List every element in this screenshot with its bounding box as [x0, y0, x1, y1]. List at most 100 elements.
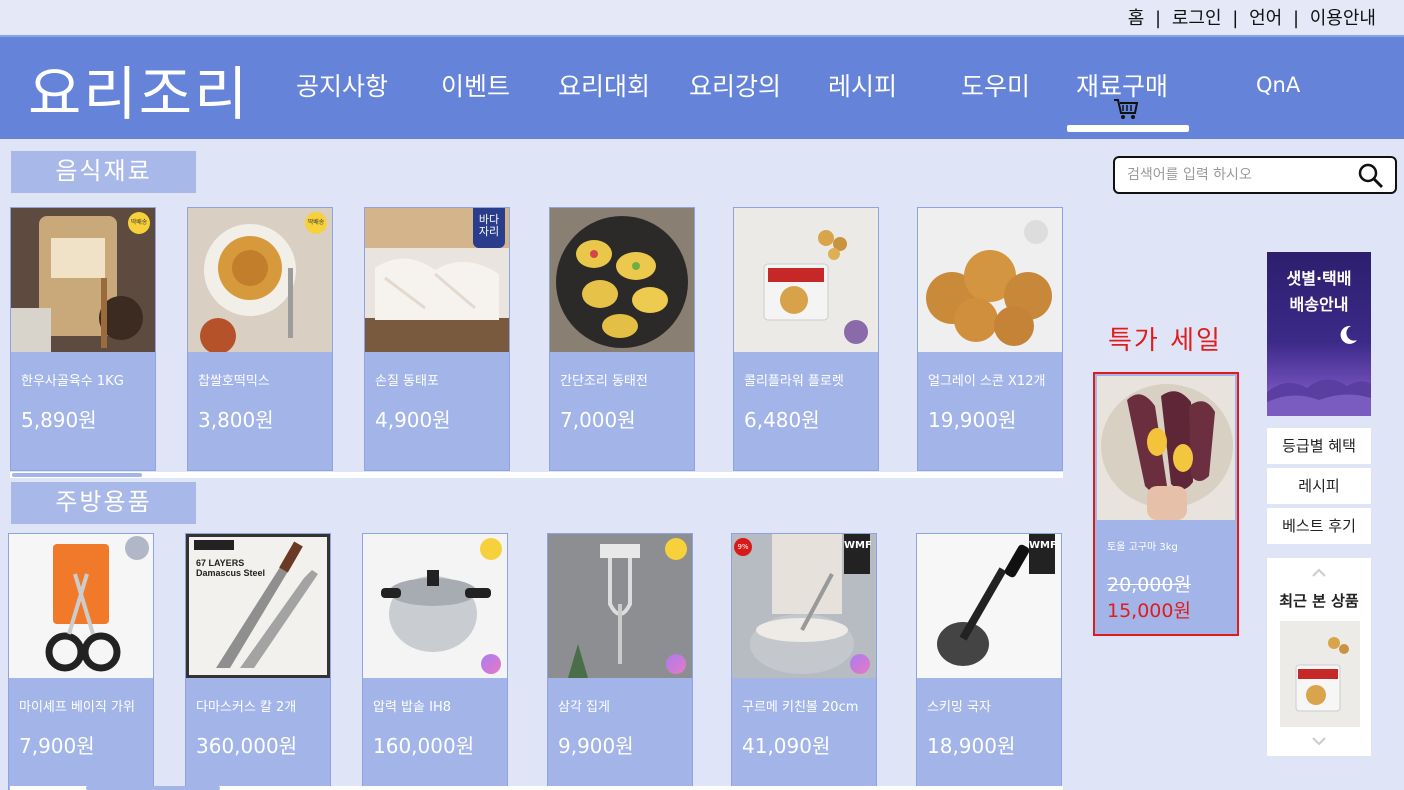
- product-price: 4,900원: [375, 408, 451, 432]
- nav-event[interactable]: 이벤트: [441, 67, 510, 103]
- nav-notice[interactable]: 공지사항: [296, 67, 388, 103]
- product-price: 18,900원: [927, 734, 1016, 758]
- delivery-badge: [665, 538, 687, 560]
- discount-badge: 9%: [734, 538, 752, 556]
- product-card[interactable]: 딱배송 한우사골육수 1KG 5,890원: [10, 207, 156, 471]
- chevron-up-icon[interactable]: [1311, 566, 1327, 578]
- product-price: 3,800원: [198, 408, 274, 432]
- product-price: 41,090원: [742, 734, 831, 758]
- product-image[interactable]: [550, 208, 694, 352]
- product-image[interactable]: [734, 208, 878, 352]
- sale-title: 특가 세일: [1108, 326, 1222, 356]
- scroll-thumb[interactable]: [12, 473, 142, 477]
- delivery-info-banner[interactable]: 샛별·택배 배송안내: [1267, 252, 1371, 416]
- instagram-icon[interactable]: [666, 654, 686, 674]
- product-price: 160,000원: [373, 734, 475, 758]
- product-name: 얼그레이 스콘 X12개: [928, 374, 1046, 389]
- recent-product-image[interactable]: [1280, 621, 1360, 727]
- home-link[interactable]: 홈: [1128, 8, 1145, 29]
- product-card[interactable]: 9% WMF 구르메 키친볼 20cm 41,090원: [731, 533, 877, 790]
- sale-price: 15,000원: [1107, 600, 1191, 622]
- brand-badge: 바다 자리: [473, 208, 505, 248]
- product-price: 5,890원: [21, 408, 97, 432]
- product-name: 찹쌀호떡믹스: [198, 374, 270, 389]
- product-card[interactable]: 삼각 집게 9,900원: [547, 533, 693, 790]
- svg-text:Damascus Steel: Damascus Steel: [196, 568, 265, 578]
- banner-line: 샛별·택배: [1286, 269, 1352, 288]
- language-link[interactable]: 언어: [1249, 8, 1282, 29]
- product-price: 7,000원: [560, 408, 636, 432]
- mountain-icon: [1267, 379, 1371, 416]
- product-image[interactable]: 바다 자리: [365, 208, 509, 352]
- scroll-thumb[interactable]: [86, 786, 220, 790]
- product-card[interactable]: 얼그레이 스콘 X12개 19,900원: [917, 207, 1063, 471]
- product-image[interactable]: 딱배송: [188, 208, 332, 352]
- product-image[interactable]: 9% WMF: [732, 534, 876, 678]
- svg-text:67 LAYERS: 67 LAYERS: [196, 558, 244, 568]
- product-card[interactable]: 압력 밥솥 IH8 160,000원: [362, 533, 508, 790]
- product-card[interactable]: WMF 스키밍 국자 18,900원: [916, 533, 1062, 790]
- separator: |: [1292, 8, 1300, 29]
- product-image[interactable]: [548, 534, 692, 678]
- product-image[interactable]: 67 LAYERS Damascus Steel: [186, 534, 330, 678]
- active-nav-indicator: [1067, 125, 1189, 132]
- product-card[interactable]: 바다 자리 손질 동태포 4,900원: [364, 207, 510, 471]
- product-name: 마이셰프 베이직 가위: [19, 700, 135, 715]
- kitchen-scrollbar[interactable]: [10, 786, 1063, 790]
- product-image[interactable]: [9, 534, 153, 678]
- guide-link[interactable]: 이용안내: [1310, 8, 1376, 29]
- brand-badge: WMF: [1029, 534, 1057, 574]
- instagram-icon[interactable]: [481, 654, 501, 674]
- product-image[interactable]: [363, 534, 507, 678]
- chevron-down-icon[interactable]: [1311, 736, 1327, 748]
- nav-contest[interactable]: 요리대회: [558, 67, 650, 103]
- search-box: [1113, 156, 1397, 194]
- food-scrollbar[interactable]: [10, 472, 1063, 478]
- product-card[interactable]: 딱배송 찹쌀호떡믹스 3,800원: [187, 207, 333, 471]
- product-price: 6,480원: [744, 408, 820, 432]
- menu-grade-benefits[interactable]: 등급별 혜택: [1267, 428, 1371, 466]
- top-links: 홈 | 로그인 | 언어 | 이용안내: [1128, 4, 1376, 30]
- banner-text: 샛별·택배 배송안내: [1267, 266, 1371, 318]
- delivery-badge: 딱배송: [305, 212, 327, 234]
- add-to-cart-icon[interactable]: [844, 320, 868, 344]
- product-name: 손질 동태포: [375, 374, 439, 389]
- moon-icon: [1340, 325, 1357, 344]
- nav-recipe[interactable]: 레시피: [828, 67, 897, 103]
- product-card[interactable]: 콜리플라워 플로렛 6,480원: [733, 207, 879, 471]
- section-kitchen-label: 주방용품: [11, 482, 196, 524]
- nav-helper[interactable]: 도우미: [961, 67, 1030, 103]
- recent-products-title: 최근 본 상품: [1279, 592, 1359, 610]
- login-link[interactable]: 로그인: [1172, 8, 1222, 29]
- product-price: 7,900원: [19, 734, 95, 758]
- product-name: 콜리플라워 플로렛: [744, 374, 844, 389]
- separator: |: [1155, 8, 1162, 29]
- nav-class[interactable]: 요리강의: [689, 67, 781, 103]
- product-card[interactable]: 67 LAYERS Damascus Steel 다마스커스 칼 2개 360,0…: [185, 533, 331, 790]
- cart-icon[interactable]: [1113, 97, 1139, 121]
- menu-recipe[interactable]: 레시피: [1267, 468, 1371, 506]
- main-header: 요리조리 공지사항 이벤트 요리대회 요리강의 레시피 도우미 재료구매 QnA: [0, 35, 1404, 139]
- brand-badge: WMF: [844, 534, 872, 574]
- search-icon[interactable]: [1357, 162, 1385, 190]
- product-name: 구르메 키친볼 20cm: [742, 700, 859, 715]
- menu-best-reviews[interactable]: 베스트 후기: [1267, 508, 1371, 546]
- instagram-icon[interactable]: [850, 654, 870, 674]
- product-image[interactable]: [918, 208, 1062, 352]
- product-image[interactable]: 딱배송: [11, 208, 155, 352]
- search-input[interactable]: [1127, 164, 1347, 186]
- delivery-badge: 딱배송: [128, 212, 150, 234]
- nav-qna[interactable]: QnA: [1256, 73, 1300, 97]
- product-name: 삼각 집게: [558, 700, 610, 715]
- product-card[interactable]: 마이셰프 베이직 가위 7,900원: [8, 533, 154, 790]
- product-card[interactable]: 간단조리 동태전 7,000원: [549, 207, 695, 471]
- product-name: 한우사골육수 1KG: [21, 374, 124, 389]
- top-bar: 홈 | 로그인 | 언어 | 이용안내: [0, 0, 1404, 34]
- site-logo[interactable]: 요리조리: [28, 47, 249, 131]
- sale-product-image[interactable]: [1097, 376, 1235, 520]
- product-name: 스키밍 국자: [927, 700, 991, 715]
- sale-product-card[interactable]: 토울 고구마 3kg 20,000원 15,000원: [1093, 372, 1239, 636]
- product-name: 간단조리 동태전: [560, 374, 648, 389]
- product-image[interactable]: WMF: [917, 534, 1061, 678]
- delivery-badge: [480, 538, 502, 560]
